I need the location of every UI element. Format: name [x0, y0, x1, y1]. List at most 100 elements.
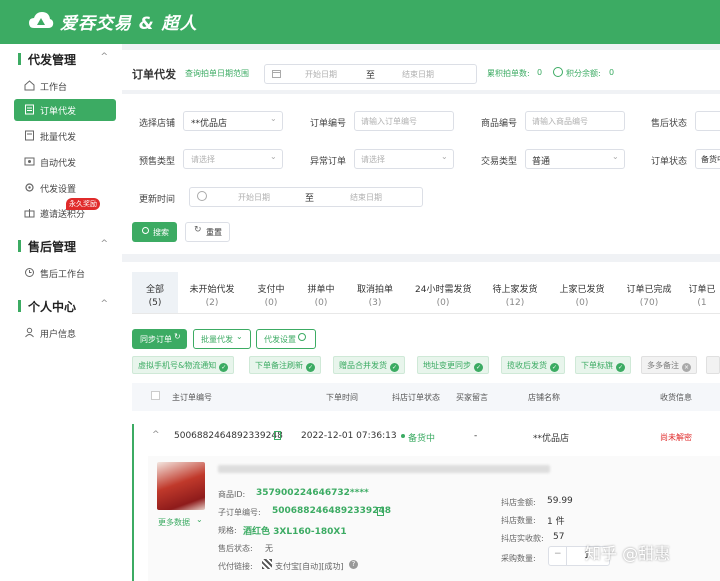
goods-id-label: 商品ID: — [218, 490, 246, 499]
chip-overflow[interactable] — [706, 356, 720, 374]
chevron-up-icon[interactable]: ^ — [152, 430, 160, 440]
update-start-placeholder: 开始日期 — [238, 193, 270, 202]
sidebar-item-batch-dispatch[interactable]: 批量代发 — [14, 125, 116, 147]
sidebar-section-dispatch[interactable]: 代发管理 ^ — [18, 50, 118, 68]
points-label: 积分余额: — [566, 69, 601, 78]
end-date-placeholder: 结束日期 — [402, 70, 434, 79]
chip-gift-merge[interactable]: 赠品合并发货 ✓ — [333, 356, 405, 374]
auto-icon — [24, 157, 35, 166]
paid-value: 57 — [553, 532, 565, 542]
chevron-down-icon: ⌄ — [612, 152, 619, 161]
sidebar-item-after-sales-workbench[interactable]: 售后工作台 — [14, 262, 116, 284]
trade-type-label: 交易类型 — [481, 157, 518, 167]
tabs-divider — [132, 313, 720, 314]
tab-paying[interactable]: 支付中 (0) — [243, 282, 299, 308]
chip-order-flag[interactable]: 下单标旗 ✓ — [575, 356, 631, 374]
more-data-link[interactable]: 更多数据 — [158, 517, 190, 528]
check-circle-icon: ✓ — [306, 363, 315, 372]
sync-orders-label: 同步订单 — [140, 335, 172, 344]
product-image[interactable] — [157, 462, 205, 510]
order-no-placeholder: 请输入订单编号 — [361, 117, 417, 126]
logo-cloud-icon — [29, 12, 54, 28]
update-range-separator: 至 — [305, 194, 315, 204]
tab-supplier-shipped[interactable]: 上家已发货 (0) — [554, 282, 610, 308]
order-status: 备货中 — [408, 434, 436, 444]
order-status-value: 备货中 — [701, 155, 720, 164]
amount-label: 抖店金额: — [501, 498, 536, 507]
store-label: 选择店铺 — [139, 119, 176, 129]
tab-not-started[interactable]: 未开始代发 (2) — [184, 282, 240, 308]
after-sale-status-label: 售后状态 — [651, 119, 688, 129]
sub-order-id: 5006882464892339248 — [272, 506, 391, 516]
search-icon — [142, 227, 149, 234]
minus-icon[interactable]: − — [554, 549, 562, 559]
qrcode-icon[interactable] — [262, 559, 272, 569]
total-orders-label: 累积拍单数: — [487, 69, 530, 78]
col-receiver-info: 收货信息 — [660, 393, 692, 402]
update-time-label: 更新时间 — [139, 195, 176, 205]
sidebar-item-dispatch-settings[interactable]: 代发设置 — [14, 177, 116, 199]
order-no-label: 订单编号 — [310, 119, 347, 129]
goods-id: 357900224646732**** — [256, 488, 369, 498]
quantity-label: 抖店数量: — [501, 516, 536, 525]
chevron-down-icon: ⌄ — [270, 114, 277, 123]
tab-overflow[interactable]: 订单已 (1 — [684, 282, 720, 308]
range-separator: 至 — [366, 71, 376, 81]
batch-dispatch-label: 批量代发 — [201, 335, 233, 344]
list-icon — [25, 130, 34, 141]
stepper-divider — [566, 547, 567, 565]
tab-completed[interactable]: 订单已完成 (70) — [621, 282, 677, 308]
sidebar-item-order-dispatch[interactable]: 订单代发 — [14, 99, 116, 121]
sidebar-section-personal[interactable]: 个人中心 ^ — [18, 297, 118, 315]
top-bar: 爱吞交易 & 超人 — [0, 0, 720, 44]
row-accent — [132, 424, 134, 581]
sidebar-item-auto-dispatch[interactable]: 自动代发 — [14, 151, 116, 173]
status-dot-icon — [401, 434, 405, 438]
col-order-id: 主订单编号 — [172, 393, 212, 402]
clock-icon — [25, 268, 34, 277]
col-order-time: 下单时间 — [326, 393, 358, 402]
tab-group-buying[interactable]: 拼单中 (0) — [293, 282, 349, 308]
tab-awaiting-supplier[interactable]: 待上家发货 (12) — [487, 282, 543, 308]
shop-name: **优品店 — [533, 434, 570, 444]
paid-label: 抖店实收款: — [501, 534, 544, 543]
goods-no-label: 商品编号 — [481, 119, 518, 129]
points-icon — [553, 67, 563, 77]
tab-ship-24h[interactable]: 24小时需发货 (0) — [415, 282, 471, 308]
after-sale-label: 售后状态: — [218, 544, 253, 553]
tab-all[interactable]: 全部 (5) — [127, 282, 183, 308]
copy-icon[interactable] — [274, 431, 281, 440]
col-buyer-message: 买家留言 — [456, 393, 488, 402]
select-all-checkbox[interactable] — [151, 391, 160, 400]
spec-value: 酒红色 3XL160-180X1 — [243, 527, 347, 537]
order-id: 5006882464892339248 — [174, 431, 283, 441]
sidebar-item-invite-points[interactable]: 邀请送积分 — [14, 202, 116, 224]
tab-cancelled[interactable]: 取消拍单 (3) — [347, 282, 403, 308]
copy-icon[interactable] — [377, 507, 384, 516]
chip-pdd-note[interactable]: 多多备注 × — [641, 356, 697, 374]
after-sale-status-select[interactable] — [695, 111, 720, 131]
document-icon — [25, 104, 34, 115]
store-value: **优品店 — [191, 119, 228, 129]
chevron-up-icon: ^ — [100, 52, 108, 62]
chip-virtual-phone[interactable]: 虚拟手机号&物流通知 ✓ — [132, 356, 235, 374]
sidebar-section-after-sales[interactable]: 售后管理 ^ — [18, 237, 118, 255]
col-shop-name: 店铺名称 — [528, 393, 560, 402]
gift-icon — [24, 209, 35, 218]
range-label: 查询拍单日期范围 — [185, 69, 249, 78]
chip-note-refresh[interactable]: 下单备注刷新 ✓ — [249, 356, 321, 374]
after-sale-value: 无 — [265, 544, 273, 553]
chevron-down-icon: ⌄ — [270, 152, 277, 161]
chip-address-sync[interactable]: 地址变更同步 ✓ — [417, 356, 489, 374]
pay-link-value: 支付宝[自动][成功] — [275, 562, 344, 571]
chip-ship-after-pickup[interactable]: 揽收后发货 ✓ — [501, 356, 565, 374]
spec-label: 规格: — [218, 526, 237, 535]
watermark: 知乎 @甜惠 — [585, 544, 671, 563]
chevron-down-icon: ⌄ — [196, 515, 203, 524]
sidebar-item-user-info[interactable]: 用户信息 — [14, 322, 116, 344]
check-circle-icon: ✓ — [390, 363, 399, 372]
abnormal-label: 异常订单 — [310, 157, 347, 167]
search-button-label: 搜索 — [153, 228, 169, 237]
sidebar-item-workbench[interactable]: 工作台 — [14, 75, 116, 97]
help-icon[interactable]: ? — [349, 560, 358, 569]
